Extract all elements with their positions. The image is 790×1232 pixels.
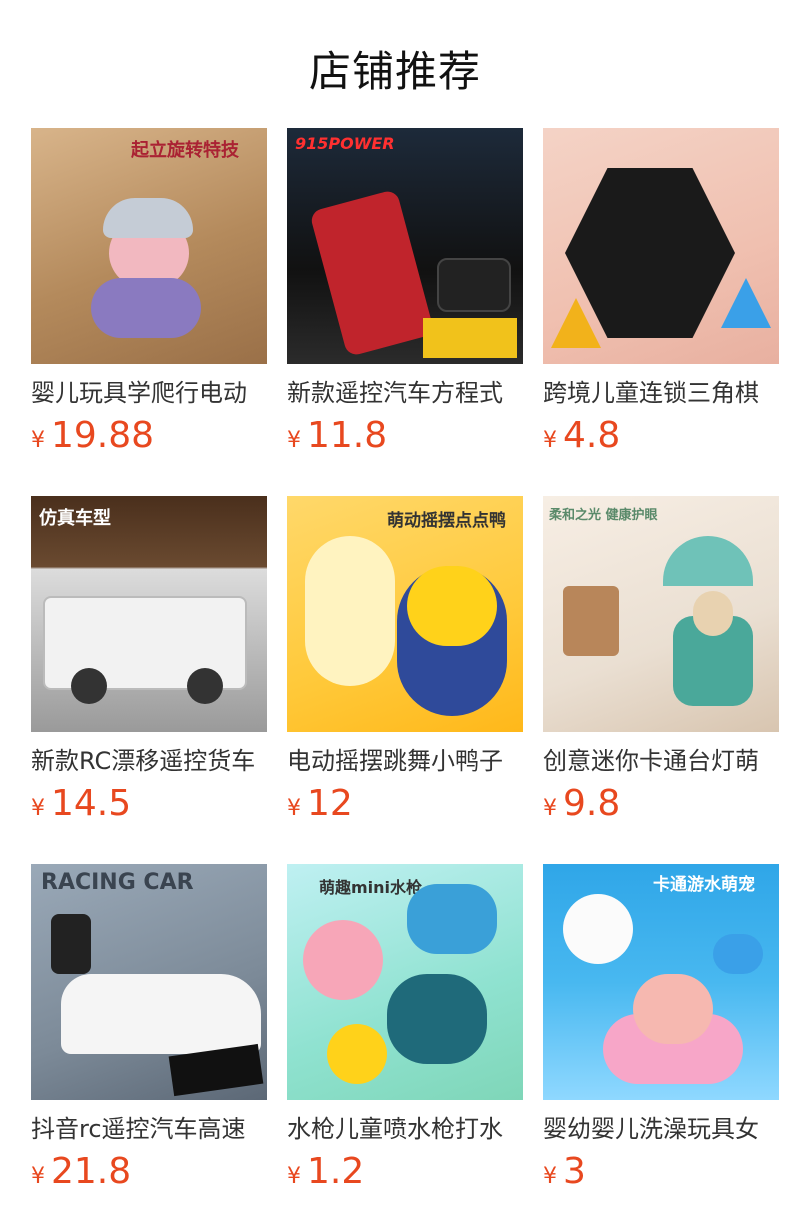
shark-water-gun-icon — [387, 974, 487, 1064]
image-caption: 萌动摇摆点点鸭 — [387, 511, 506, 531]
product-price: ¥4.8 — [543, 416, 779, 462]
dragon-water-gun-icon — [407, 884, 497, 954]
remote-control-icon — [51, 914, 91, 974]
product-image[interactable]: 萌趣mini水枪 — [287, 864, 523, 1100]
product-image[interactable]: 萌动摇摆点点鸭 — [287, 496, 523, 732]
page-title: 店铺推荐 — [308, 47, 481, 96]
product-price: ¥9.8 — [543, 784, 779, 830]
scooter-icon — [91, 278, 201, 338]
image-caption: 萌趣mini水枪 — [319, 878, 423, 897]
price-value: 12 — [307, 783, 353, 824]
image-caption: 仿真车型 — [39, 508, 111, 529]
product-name[interactable]: 电动摇摆跳舞小鸭子 — [287, 746, 523, 776]
price-value: 11.8 — [307, 415, 388, 456]
price-value: 21.8 — [51, 1151, 132, 1192]
wheel-icon — [187, 668, 223, 704]
currency-symbol: ¥ — [543, 428, 557, 453]
duck-icon — [305, 536, 395, 686]
product-card-6[interactable]: 柔和之光 健康护眼 创意迷你卡通台灯萌 ¥9.8 — [543, 496, 779, 830]
price-value: 14.5 — [51, 783, 132, 824]
product-price: ¥12 — [287, 784, 523, 830]
hex-board-icon — [565, 168, 735, 338]
remote-control-icon — [437, 258, 511, 312]
product-price: ¥19.88 — [31, 416, 267, 462]
wheel-icon — [71, 668, 107, 704]
product-name[interactable]: 新款遥控汽车方程式 — [287, 378, 523, 408]
currency-symbol: ¥ — [31, 796, 45, 821]
duck-icon — [563, 894, 633, 964]
product-card-9[interactable]: 卡通游水萌宠 婴幼婴儿洗澡玩具女 ¥3 — [543, 864, 779, 1198]
currency-symbol: ¥ — [543, 1164, 557, 1189]
product-image[interactable]: 卡通游水萌宠 — [543, 864, 779, 1100]
product-price: ¥21.8 — [31, 1152, 267, 1198]
product-card-8[interactable]: 萌趣mini水枪 水枪儿童喷水枪打水 ¥1.2 — [287, 864, 523, 1198]
image-caption: 柔和之光 健康护眼 — [549, 508, 658, 523]
duck-water-gun-icon — [327, 1024, 387, 1084]
price-value: 1.2 — [307, 1151, 365, 1192]
currency-symbol: ¥ — [287, 796, 301, 821]
product-price: ¥1.2 — [287, 1152, 523, 1198]
product-image[interactable]: 起立旋转特技 — [31, 128, 267, 364]
product-name[interactable]: 婴儿玩具学爬行电动 — [31, 378, 267, 408]
product-name[interactable]: 新款RC漂移遥控货车 — [31, 746, 267, 776]
product-price: ¥11.8 — [287, 416, 523, 462]
product-image[interactable]: 柔和之光 健康护眼 — [543, 496, 779, 732]
price-value: 3 — [563, 1151, 586, 1192]
image-caption: RACING CAR — [41, 870, 194, 895]
lamp-icon — [663, 536, 753, 586]
race-car-icon — [309, 188, 435, 358]
price-value: 4.8 — [563, 415, 621, 456]
product-card-5[interactable]: 萌动摇摆点点鸭 电动摇摆跳舞小鸭子 ¥12 — [287, 496, 523, 830]
product-name[interactable]: 抖音rc遥控汽车高速 — [31, 1114, 267, 1144]
currency-symbol: ¥ — [287, 428, 301, 453]
product-name[interactable]: 跨境儿童连锁三角棋 — [543, 378, 779, 408]
price-value: 19.88 — [51, 415, 155, 456]
product-name[interactable]: 水枪儿童喷水枪打水 — [287, 1114, 523, 1144]
image-caption: 915POWER — [295, 134, 395, 153]
duck-head-icon — [407, 566, 497, 646]
product-image[interactable] — [543, 128, 779, 364]
price-value: 9.8 — [563, 783, 621, 824]
product-name[interactable]: 婴幼婴儿洗澡玩具女 — [543, 1114, 779, 1144]
helmet-icon — [103, 198, 193, 238]
product-image[interactable]: 仿真车型 — [31, 496, 267, 732]
pig-water-gun-icon — [303, 920, 383, 1000]
currency-symbol: ¥ — [543, 796, 557, 821]
image-caption: 卡通游水萌宠 — [653, 875, 755, 895]
product-price: ¥3 — [543, 1152, 779, 1198]
currency-symbol: ¥ — [287, 1164, 301, 1189]
bear-icon — [693, 591, 733, 636]
currency-symbol: ¥ — [31, 1164, 45, 1189]
currency-symbol: ¥ — [31, 428, 45, 453]
product-image[interactable]: 915POWER — [287, 128, 523, 364]
image-caption: 起立旋转特技 — [131, 140, 239, 161]
pencil-holder-icon — [563, 586, 619, 656]
pig-icon — [633, 974, 713, 1044]
product-card-7[interactable]: RACING CAR 抖音rc遥控汽车高速 ¥21.8 — [31, 864, 267, 1198]
car-icon — [61, 974, 261, 1054]
product-card-3[interactable]: 跨境儿童连锁三角棋 ¥4.8 — [543, 128, 779, 462]
badge-icon — [423, 318, 517, 358]
product-card-1[interactable]: 起立旋转特技 婴儿玩具学爬行电动 ¥19.88 — [31, 128, 267, 462]
product-name[interactable]: 创意迷你卡通台灯萌 — [543, 746, 779, 776]
product-card-2[interactable]: 915POWER 新款遥控汽车方程式 ¥11.8 — [287, 128, 523, 462]
whale-icon — [713, 934, 763, 974]
product-image[interactable]: RACING CAR — [31, 864, 267, 1100]
triangle-piece-icon — [721, 278, 771, 328]
product-price: ¥14.5 — [31, 784, 267, 830]
product-card-4[interactable]: 仿真车型 新款RC漂移遥控货车 ¥14.5 — [31, 496, 267, 830]
